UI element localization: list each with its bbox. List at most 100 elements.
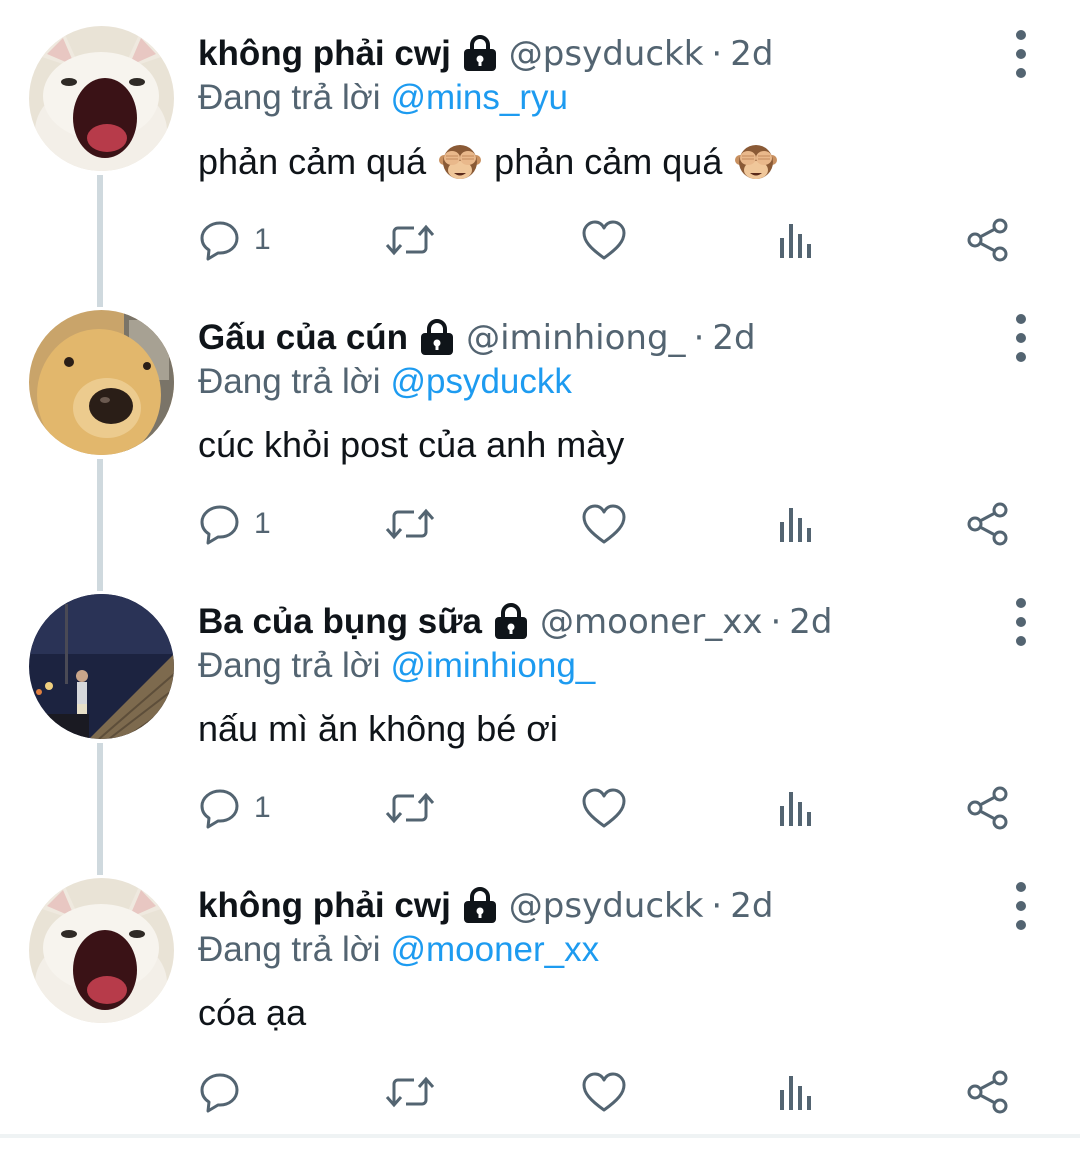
more-options-button[interactable] (1004, 598, 1038, 646)
reply-count: 1 (254, 507, 271, 540)
share-button[interactable] (964, 212, 1012, 268)
reply-icon (200, 221, 239, 261)
display-name[interactable]: Ba của bụng sữa (198, 602, 482, 642)
bottom-divider (0, 1134, 1080, 1138)
reply-count: 1 (254, 791, 271, 824)
timestamp[interactable]: 2d (789, 602, 832, 642)
like-icon (582, 1072, 626, 1112)
reply-icon (200, 789, 239, 829)
tweet-text-part: phản cảm quá (494, 141, 723, 182)
views-button[interactable] (774, 1064, 818, 1120)
tweet[interactable]: Gấu của cún @iminhiong_ · 2d Đang trả lờ… (0, 306, 1080, 591)
reply-mention-link[interactable]: @iminhiong_ (390, 646, 595, 685)
reply-icon (200, 1073, 239, 1113)
retweet-button[interactable] (384, 496, 436, 552)
replying-to: Đang trả lời @mooner_xx (198, 930, 599, 970)
share-button[interactable] (964, 1064, 1012, 1120)
like-button[interactable] (580, 496, 628, 552)
tweet-text-part: phản cảm quá (198, 141, 427, 182)
tweet-header: không phải cwj @psyduckk · 2d (198, 884, 773, 928)
lock-icon (463, 35, 496, 71)
reply-mention-link[interactable]: @psyduckk (390, 362, 571, 401)
user-handle[interactable]: @psyduckk (509, 34, 704, 74)
tweet[interactable]: Ba của bụng sữa @mooner_xx · 2d Đang trả… (0, 590, 1080, 875)
see-no-evil-monkey-icon (735, 145, 778, 179)
like-button[interactable] (580, 780, 628, 836)
share-icon (967, 786, 1008, 830)
tweet-header: Ba của bụng sữa @mooner_xx · 2d (198, 600, 832, 644)
avatar[interactable] (29, 878, 174, 1023)
separator-dot: · (770, 602, 782, 642)
avatar[interactable] (29, 594, 174, 739)
replying-to: Đang trả lời @psyduckk (198, 362, 572, 402)
user-handle[interactable]: @iminhiong_ (466, 318, 686, 358)
replying-to: Đang trả lời @mins_ryu (198, 78, 568, 118)
lock-icon (463, 887, 496, 923)
tweet-text: cóa ạa (198, 992, 307, 1033)
timestamp[interactable]: 2d (730, 886, 773, 926)
views-icon (780, 224, 811, 258)
like-icon (582, 220, 626, 260)
more-options-button[interactable] (1004, 30, 1038, 78)
share-icon (967, 218, 1008, 262)
views-button[interactable] (774, 496, 818, 552)
reply-button[interactable]: 1 (198, 780, 271, 836)
tweet-actions: 1 (0, 212, 1080, 268)
reply-thread: không phải cwj @psyduckk · 2d Đang trả l… (0, 0, 1080, 1138)
tweet-actions (0, 1064, 1080, 1120)
views-icon (780, 1076, 811, 1110)
more-options-button[interactable] (1004, 882, 1038, 930)
see-no-evil-monkey-icon (439, 145, 482, 179)
like-icon (582, 788, 626, 828)
reply-button[interactable]: 1 (198, 496, 271, 552)
display-name[interactable]: không phải cwj (198, 34, 451, 74)
reply-button[interactable]: 1 (198, 212, 271, 268)
timestamp[interactable]: 2d (712, 318, 755, 358)
tweet-text: phản cảm quá phản cảm quá (198, 140, 790, 184)
tweet-header: không phải cwj @psyduckk · 2d (198, 32, 773, 76)
more-options-button[interactable] (1004, 314, 1038, 362)
lock-icon (495, 603, 528, 639)
views-button[interactable] (774, 212, 818, 268)
share-icon (967, 1070, 1008, 1114)
reply-icon (200, 505, 239, 545)
display-name[interactable]: Gấu của cún (198, 318, 408, 358)
tweet[interactable]: không phải cwj @psyduckk · 2d Đang trả l… (0, 22, 1080, 307)
reply-mention-link[interactable]: @mins_ryu (390, 78, 568, 117)
user-handle[interactable]: @mooner_xx (540, 602, 762, 642)
tweet-actions: 1 (0, 496, 1080, 552)
reply-button[interactable] (198, 1064, 254, 1120)
retweet-button[interactable] (384, 1064, 436, 1120)
retweet-button[interactable] (384, 780, 436, 836)
replying-to-label: Đang trả lời (198, 78, 381, 117)
share-button[interactable] (964, 780, 1012, 836)
avatar[interactable] (29, 310, 174, 455)
like-icon (582, 504, 626, 544)
share-button[interactable] (964, 496, 1012, 552)
like-button[interactable] (580, 212, 628, 268)
retweet-icon (385, 224, 435, 256)
views-button[interactable] (774, 780, 818, 836)
views-icon (780, 508, 811, 542)
avatar[interactable] (29, 26, 174, 171)
tweet[interactable]: không phải cwj @psyduckk · 2d Đang trả l… (0, 874, 1080, 1158)
reply-mention-link[interactable]: @mooner_xx (390, 930, 599, 969)
tweet-header: Gấu của cún @iminhiong_ · 2d (198, 316, 756, 360)
separator-dot: · (693, 318, 705, 358)
share-icon (967, 502, 1008, 546)
tweet-text: nấu mì ăn không bé ơi (198, 708, 558, 749)
retweet-button[interactable] (384, 212, 436, 268)
replying-to-label: Đang trả lời (198, 646, 381, 685)
replying-to-label: Đang trả lời (198, 362, 381, 401)
lock-icon (421, 319, 454, 355)
separator-dot: · (711, 886, 723, 926)
separator-dot: · (711, 34, 723, 74)
timestamp[interactable]: 2d (730, 34, 773, 74)
user-handle[interactable]: @psyduckk (509, 886, 704, 926)
display-name[interactable]: không phải cwj (198, 886, 451, 926)
tweet-actions: 1 (0, 780, 1080, 836)
retweet-icon (385, 792, 435, 824)
replying-to-label: Đang trả lời (198, 930, 381, 969)
like-button[interactable] (580, 1064, 628, 1120)
retweet-icon (385, 508, 435, 540)
